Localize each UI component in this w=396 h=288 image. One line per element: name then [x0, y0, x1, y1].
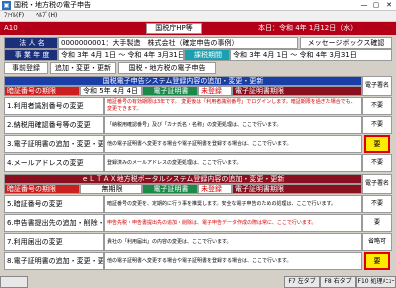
eltax-expiry-value: 無期限 — [80, 184, 142, 194]
etax-expiry-label: 暗証番号の期限 — [4, 86, 80, 96]
eltax-row-5-desc: 暗証番号の変更を、定期的に行う事を推奨します。安全な電子申告のための処理は、ここ… — [104, 195, 362, 213]
etax-row-4-name[interactable]: 4.メールアドレスの変更 — [4, 154, 104, 172]
etax-row-1-name[interactable]: 1.利用者識別番号の変更 — [4, 97, 104, 115]
title-bar: ▣ 国税・地方税の電子申告 — ▢ ✕ — [0, 0, 396, 11]
menu-bar: ﾌｧｲﾙ(F) ﾍﾙﾌﾟ(H) — [0, 11, 396, 21]
fkey-blank-1[interactable] — [0, 276, 28, 288]
menu-file[interactable]: ﾌｧｲﾙ(F) — [4, 12, 24, 19]
period-value: 令和 3年 4月 1日 ～ 令和 4年 3月31日 — [58, 49, 184, 61]
app-icon: ▣ — [2, 1, 11, 10]
eltax-expiry-label: 暗証番号の期限 — [4, 184, 80, 194]
eltax-row-7-sign: 省略可 — [362, 233, 392, 251]
tax-period-tag: 課税期間 — [184, 49, 230, 61]
minimize-button[interactable]: — — [358, 0, 370, 11]
f8-right-tab-button[interactable]: F8 右タブ — [320, 276, 356, 288]
eltax-row-6-name[interactable]: 6.申告書提出先の追加・削除・確認 — [4, 214, 104, 232]
etax-row-2-desc: 「納税用確認番号」及び「カナ氏名・名称」の変更処理は、ここで行います。 — [104, 116, 362, 134]
tab-add-change-update[interactable]: 追加・変更・更新 — [50, 62, 116, 74]
eltax-row-7-desc: 貴社の「利用届出」の内容の変更は、ここで行います。 — [104, 233, 362, 251]
etax-row-3-desc: 他の電子証明書へ変更する場合や電子証明書を登録する場合は、ここで行います。 — [104, 135, 362, 153]
header-bar: A10 国税庁HP等 本日：令和 4年 1月12日（水） — [0, 22, 396, 35]
etax-cert-expiry-label: 電子証明書期限 — [232, 86, 362, 96]
eltax-cert-status: 未登録 — [198, 184, 232, 194]
eltax-cert-label: 電子証明書 — [142, 184, 198, 194]
message-box-button[interactable]: メッセージボックス確認 — [300, 37, 392, 49]
corp-label: 法 人 名 — [4, 37, 58, 49]
etax-row-1-sign: 不要 — [362, 97, 392, 115]
eltax-row-8-name[interactable]: 8.電子証明書の追加・変更・更新 — [4, 252, 104, 270]
menu-help[interactable]: ﾍﾙﾌﾟ(H) — [36, 12, 57, 19]
corp-name: 0000000001：大手製造 株式会社（確定申告の事例） — [58, 37, 298, 49]
eltax-row-8-desc: 他の電子証明書へ変更する場合や電子証明書を登録する場合は、ここで行います。 — [104, 252, 362, 270]
etax-cert-status: 未登録 — [198, 86, 232, 96]
close-button[interactable]: ✕ — [383, 0, 395, 11]
tab-electronic-filing[interactable]: 国税・地方税の電子申告 — [118, 62, 216, 74]
etax-row-1-desc: 暗証番号の有効期限は3年です。 変更後は「利用者識別番号」でログインします。暗証… — [104, 97, 362, 115]
f7-left-tab-button[interactable]: F7 左タブ — [284, 276, 320, 288]
window-title: 国税・地方税の電子申告 — [14, 1, 91, 9]
etax-row-4-desc: 登録済みのメールアドレスの変更処理は、ここで行います。 — [104, 154, 362, 172]
eltax-sign-header: 電子署名 — [362, 174, 392, 194]
eltax-row-5-name[interactable]: 5.暗証番号の変更 — [4, 195, 104, 213]
today-date: 本日：令和 4年 1月12日（水） — [258, 24, 358, 32]
etax-row-4-sign: 不要 — [362, 154, 392, 172]
etax-cert-label: 電子証明書 — [142, 86, 198, 96]
nta-hp-tab[interactable]: 国税庁HP等 — [146, 23, 202, 34]
tax-period-value: 令和 3年 4月 1日 ～ 令和 4年 3月31日 — [230, 49, 392, 61]
eltax-row-7-name[interactable]: 7.利用届出の変更 — [4, 233, 104, 251]
tab-pre-registration[interactable]: 事前登録 — [4, 62, 48, 74]
eltax-section-title: ｅＬＴＡＸ地方税ポータルシステム登録内容の追加・変更・更新 — [4, 174, 362, 184]
screen-code: A10 — [4, 24, 18, 32]
etax-expiry-value: 令和 5年 4月 4日 — [80, 86, 142, 96]
etax-row-2-sign: 不要 — [362, 116, 392, 134]
etax-row-3-sign-button[interactable]: 要 — [364, 135, 390, 153]
etax-sign-header: 電子署名 — [362, 76, 392, 96]
eltax-cert-expiry-label: 電子証明書期限 — [232, 184, 362, 194]
eltax-row-6-sign: 要 — [362, 214, 392, 232]
eltax-row-8-sign-button[interactable]: 要 — [364, 252, 390, 270]
period-label: 事 業 年 度 — [4, 49, 58, 61]
f10-process-menu-button[interactable]: F10 処理ﾒﾆｭｰ — [356, 276, 396, 288]
etax-section-title: 国税電子申告システム登録内容の追加・変更・更新 — [4, 76, 362, 86]
etax-row-2-name[interactable]: 2.納税用確認番号等の変更 — [4, 116, 104, 134]
eltax-row-5-sign: 不要 — [362, 195, 392, 213]
maximize-button[interactable]: ▢ — [370, 0, 382, 11]
etax-row-3-name[interactable]: 3.電子証明書の追加・変更・更新 — [4, 135, 104, 153]
eltax-row-6-desc: 申告先税・申告書提出先の追加・削除は、電子申告データ作成の際は常に、ここで行いま… — [104, 214, 362, 232]
